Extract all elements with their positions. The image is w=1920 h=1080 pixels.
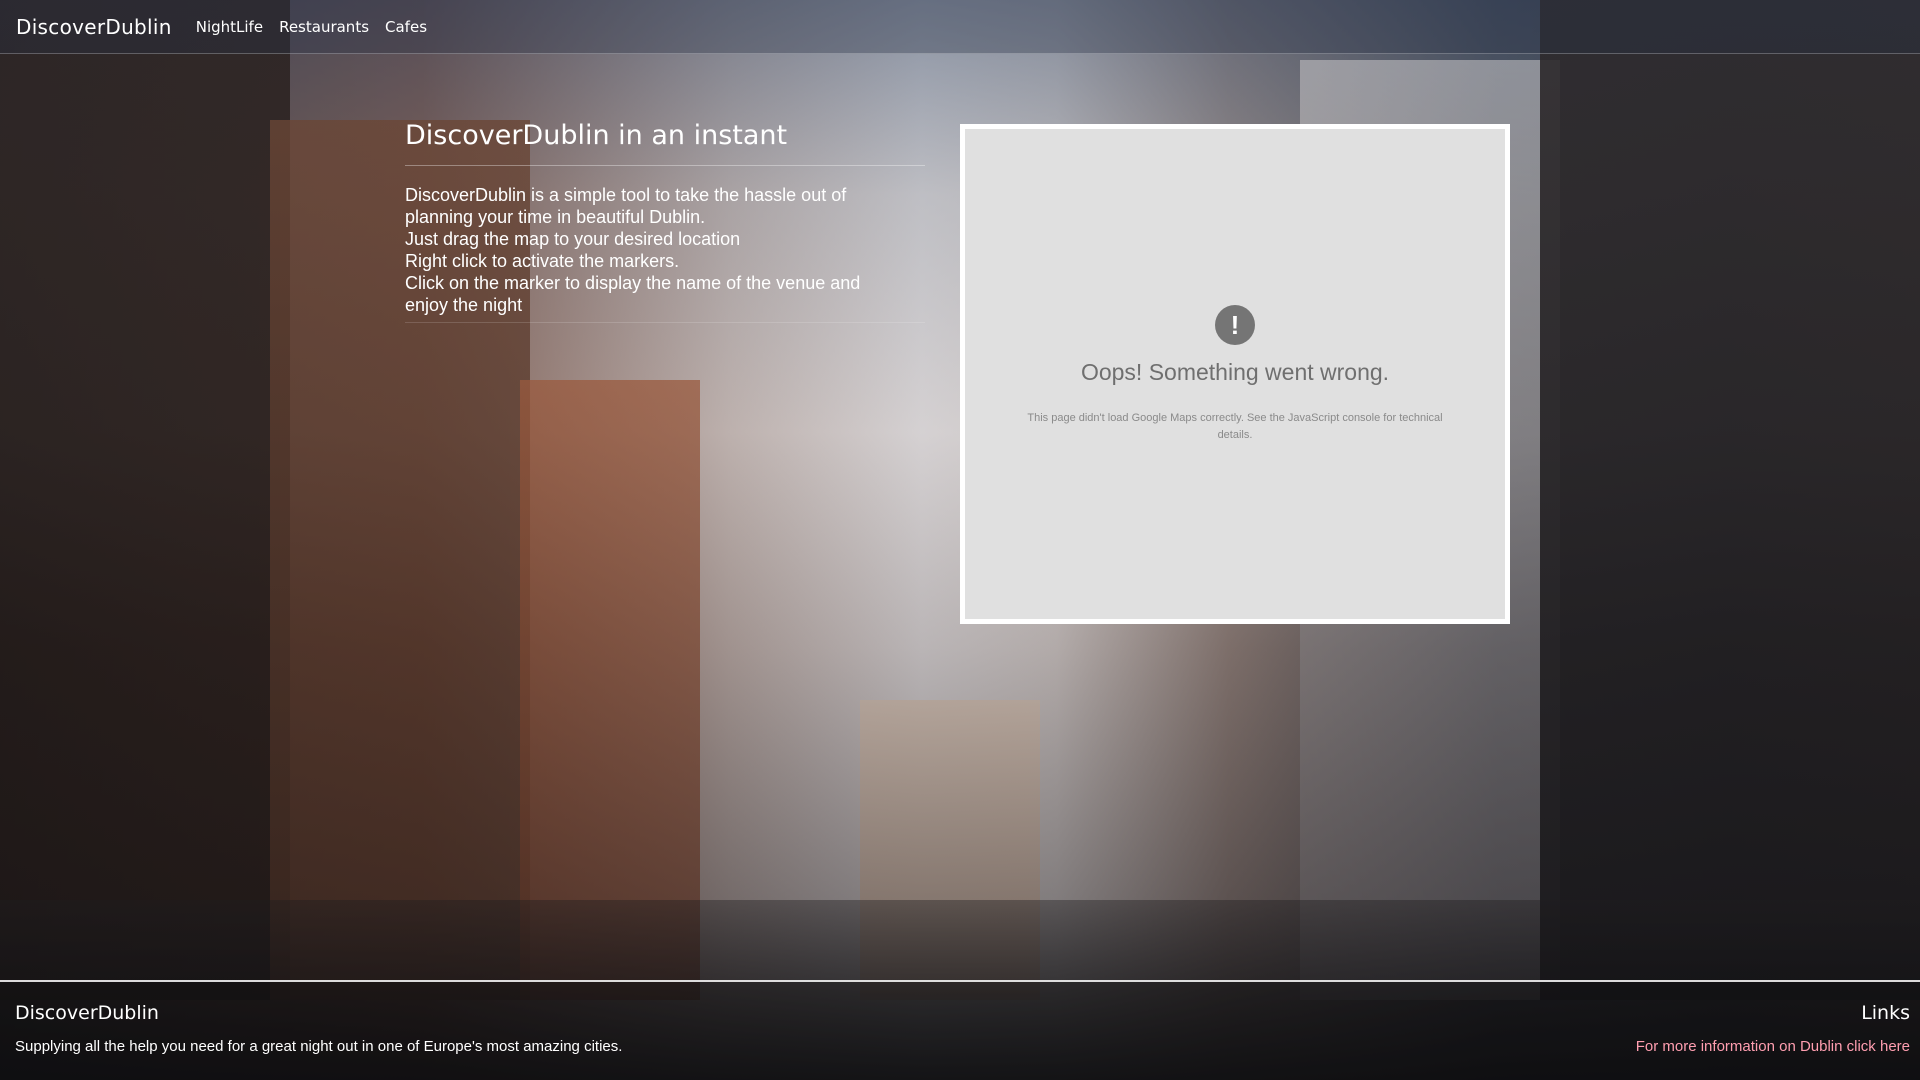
brand-link[interactable]: DiscoverDublin (16, 15, 172, 39)
nav-link-cafes[interactable]: Cafes (385, 18, 427, 36)
intro-line: Click on the marker to display the name … (405, 273, 861, 293)
intro-line: DiscoverDublin is a simple tool to take … (405, 185, 847, 205)
nav-link-nightlife[interactable]: NightLife (196, 18, 263, 36)
map-error-title: Oops! Something went wrong. (1080, 359, 1390, 385)
footer-tagline: Supplying all the help you need for a gr… (15, 1038, 623, 1055)
intro-line: enjoy the night (405, 295, 523, 315)
footer: DiscoverDublin Supplying all the help yo… (0, 980, 1920, 1080)
map-error-detail: This page didn't load Google Maps correc… (1027, 412, 1443, 441)
intro-line: planning your time in beautiful Dublin. (405, 207, 706, 227)
background-building-left (0, 0, 290, 1000)
nav-link-restaurants[interactable]: Restaurants (279, 18, 369, 36)
map-container[interactable]: ! Oops! Something went wrong. This page … (960, 124, 1510, 624)
intro-section: DiscoverDublin in an instant DiscoverDub… (405, 120, 925, 323)
error-icon: ! (1215, 305, 1255, 345)
footer-brand: DiscoverDublin (15, 1002, 159, 1024)
footer-links-heading: Links (1861, 1002, 1910, 1024)
dublin-info-link[interactable]: For more information on Dublin click her… (1636, 1038, 1910, 1055)
intro-line: Just drag the map to your desired locati… (405, 229, 741, 249)
intro-description: DiscoverDublin is a simple tool to take … (405, 184, 925, 323)
top-navbar: DiscoverDublin NightLife Restaurants Caf… (0, 0, 1920, 54)
intro-line: Right click to activate the markers. (405, 251, 680, 271)
intro-title: DiscoverDublin in an instant (405, 120, 925, 166)
background-building-right (1540, 0, 1920, 1000)
